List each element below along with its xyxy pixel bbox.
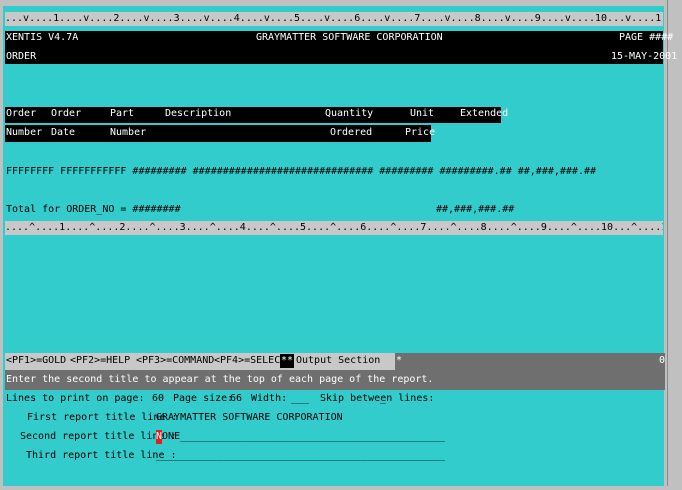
section-marker: **: [280, 354, 295, 368]
skip-lines-label: Skip between lines:: [320, 393, 435, 404]
output-section-label: Output Section: [296, 355, 381, 366]
skip-lines-field[interactable]: _: [380, 392, 386, 406]
first-title-label: First report title line :: [27, 412, 178, 423]
window-scrollbar[interactable]: [664, 0, 682, 490]
right-status-digit: 0: [659, 355, 666, 366]
scrollbar-divider: [667, 0, 668, 490]
third-title-label: Third report title line :: [26, 450, 177, 461]
second-title-field[interactable]: NONE____________________________________…: [156, 430, 445, 444]
col-quantity-2: Ordered: [330, 127, 373, 138]
col-order-date-2: Date: [51, 127, 76, 138]
column-ruler-bottom: ....^....1....^....2....^....3....^....4…: [5, 221, 663, 235]
col-order-number-1: Order: [6, 108, 37, 119]
col-part-number-2: Number: [110, 127, 147, 138]
first-title-field[interactable]: GRAYMATTER SOFTWARE CORPORATION: [156, 411, 343, 425]
col-order-date-1: Order: [51, 108, 82, 119]
detail-line: FFFFFFFF FFFFFFFFFFF ######### #########…: [6, 166, 597, 177]
section-end-marker: *: [396, 355, 403, 366]
col-part-number-1: Part: [110, 108, 135, 119]
total-value: ##,###,###.##: [436, 204, 515, 215]
company-name: GRAYMATTER SOFTWARE CORPORATION: [256, 32, 443, 43]
col-unit-1: Unit: [410, 108, 435, 119]
lines-to-print-label: Lines to print on page:: [6, 393, 145, 404]
pf3-command-key[interactable]: <PF3>=COMMAND: [136, 354, 214, 368]
column-ruler-top: ...v....1....v....2....v....3....v....4.…: [5, 12, 663, 26]
window-frame-left: [0, 0, 3, 490]
width-field[interactable]: ___: [291, 392, 309, 406]
col-order-number-2: Number: [6, 127, 43, 138]
page-number-label: PAGE ####: [619, 32, 674, 43]
col-quantity-1: Quantity: [325, 108, 374, 119]
report-date: 15-MAY-2001: [611, 51, 678, 62]
pf2-help-key[interactable]: <PF2>=HELP: [70, 354, 130, 368]
col-unit-price-2: Price: [405, 127, 436, 138]
col-extended: Extended: [460, 108, 509, 119]
total-label: Total for ORDER_NO = ########: [6, 204, 181, 215]
pf4-select-key[interactable]: <PF4>=SELECT: [214, 354, 286, 368]
window-frame-top: [0, 0, 682, 6]
second-title-text: ONE_____________________________________…: [162, 431, 445, 442]
help-message: Enter the second title to appear at the …: [6, 374, 434, 385]
window-frame-bottom: [0, 486, 682, 490]
report-name: ORDER: [6, 51, 37, 62]
width-label: Width:: [251, 393, 288, 404]
third-title-field[interactable]: ________________________________________…: [156, 449, 445, 463]
page-size-label: Page size:: [173, 393, 234, 404]
app-version: XENTIS V4.7A: [6, 32, 79, 43]
col-description: Description: [165, 108, 232, 119]
second-title-label: Second report title line :: [20, 431, 177, 442]
page-size-field[interactable]: 66: [230, 392, 242, 406]
pf1-gold-key[interactable]: <PF1>=GOLD: [6, 354, 66, 368]
lines-to-print-field[interactable]: 60: [152, 392, 164, 406]
